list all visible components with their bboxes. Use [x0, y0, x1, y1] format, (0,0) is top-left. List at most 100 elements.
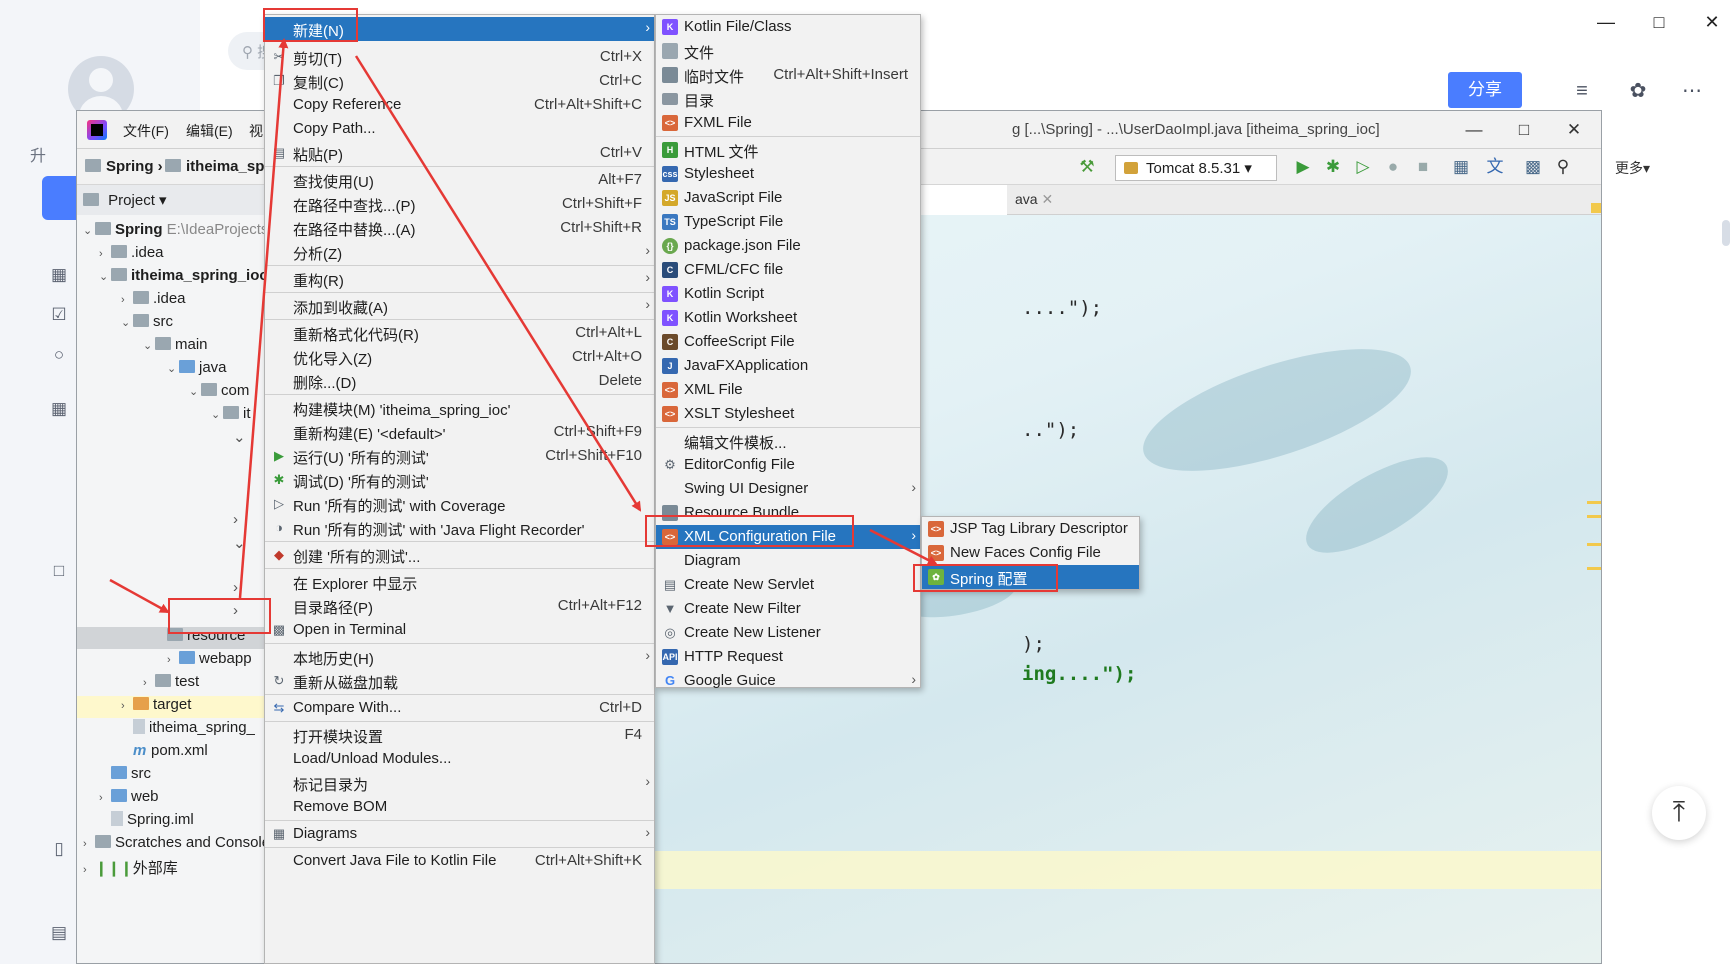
new-javafx-application[interactable]: J JavaFXApplication — [656, 354, 920, 378]
breadcrumb-spring[interactable]: Spring › — [85, 158, 163, 175]
new-cfml-file[interactable]: C CFML/CFC file — [656, 258, 920, 282]
new-servlet[interactable]: ▤ Create New Servlet — [656, 573, 920, 597]
tree-item[interactable]: ⌄ com — [189, 382, 249, 404]
tree-expander[interactable]: › — [233, 511, 238, 533]
edit-file-templates[interactable]: 编辑文件模板... — [656, 429, 920, 453]
new-file[interactable]: 文件 — [656, 39, 920, 63]
coverage-icon[interactable]: ▷ — [1353, 157, 1373, 177]
tree-item[interactable]: Spring.iml — [111, 811, 194, 833]
menu-item-cut[interactable]: ✂ 剪切(T) Ctrl+X — [265, 45, 654, 69]
build-hammer-icon[interactable]: ⚒ — [1077, 157, 1097, 177]
tree-item[interactable]: itheima_spring_ — [133, 719, 255, 741]
new-kotlin-worksheet[interactable]: K Kotlin Worksheet — [656, 306, 920, 330]
debug-icon[interactable]: ✱ — [1323, 157, 1343, 177]
menu-item-rebuild[interactable]: 重新构建(E) '<default>' Ctrl+Shift+F9 — [265, 420, 654, 444]
menu-item-replace-in-path[interactable]: 在路径中替换...(A) Ctrl+Shift+R — [265, 216, 654, 240]
tree-item[interactable]: ⌄ src — [121, 313, 173, 335]
translate-icon[interactable]: 文 — [1485, 157, 1505, 177]
breadcrumb-module[interactable]: itheima_spri — [165, 158, 274, 175]
terminal-icon[interactable]: ▩ — [1523, 157, 1543, 177]
grid-icon[interactable]: ▦ — [48, 398, 70, 420]
inspection-indicator[interactable] — [1591, 203, 1601, 213]
menu-item-directory-path[interactable]: 目录路径(P) Ctrl+Alt+F12 — [265, 594, 654, 618]
menu-item-copy-reference[interactable]: Copy Reference Ctrl+Alt+Shift+C — [265, 93, 654, 117]
menu-item-refactor[interactable]: 重构(R) › — [265, 267, 654, 291]
menu-item-paste[interactable]: ▤ 粘贴(P) Ctrl+V — [265, 141, 654, 165]
outline-icon[interactable]: ≡ — [1568, 78, 1596, 104]
menu-item-remove-bom[interactable]: Remove BOM — [265, 795, 654, 819]
menu-file[interactable]: 文件(F) — [123, 121, 169, 141]
run-icon[interactable]: ▶ — [1293, 157, 1313, 177]
more-icon[interactable]: ⋯ — [1678, 78, 1706, 104]
new-fxml-file[interactable]: <> FXML File — [656, 111, 920, 135]
new-directory[interactable]: 目录 — [656, 87, 920, 111]
menu-item-diagrams[interactable]: ▦ Diagrams › — [265, 822, 654, 846]
search-icon[interactable]: ⚲ — [1553, 157, 1573, 177]
bell-icon[interactable]: ○ — [48, 344, 70, 366]
new-typescript-file[interactable]: TS TypeScript File — [656, 210, 920, 234]
profile-icon[interactable]: ● — [1383, 157, 1403, 177]
tree-item[interactable]: › ❙❙❙外部库 — [83, 857, 178, 879]
menu-item-convert-to-kotlin[interactable]: Convert Java File to Kotlin File Ctrl+Alt… — [265, 849, 654, 873]
menu-item-find-usages[interactable]: 查找使用(U) Alt+F7 — [265, 168, 654, 192]
tree-item[interactable]: › target — [77, 696, 277, 718]
menu-item-find-in-path[interactable]: 在路径中查找...(P) Ctrl+Shift+F — [265, 192, 654, 216]
new-swing-ui-designer[interactable]: Swing UI Designer › — [656, 477, 920, 501]
outer-scrollbar[interactable] — [1722, 220, 1730, 246]
tree-item[interactable]: src — [111, 765, 151, 787]
menu-item-show-in-explorer[interactable]: 在 Explorer 中显示 — [265, 570, 654, 594]
new-filter[interactable]: ▼ Create New Filter — [656, 597, 920, 621]
panel-icon[interactable]: ▤ — [48, 922, 70, 944]
menu-item-run-tests[interactable]: ▶ 运行(U) '所有的测试' Ctrl+Shift+F10 — [265, 444, 654, 468]
new-diagram[interactable]: Diagram — [656, 549, 920, 573]
more-menu[interactable]: 更多▾ — [1615, 158, 1650, 178]
tree-expander[interactable]: ⌄ — [233, 534, 246, 556]
new-scratch-file[interactable]: 临时文件 Ctrl+Alt+Shift+Insert — [656, 63, 920, 87]
menu-item-open-terminal[interactable]: ▩ Open in Terminal — [265, 618, 654, 642]
menu-item-debug-tests[interactable]: ✱ 调试(D) '所有的测试' — [265, 468, 654, 492]
new-javascript-file[interactable]: JS JavaScript File — [656, 186, 920, 210]
menu-item-compare-with[interactable]: ⇆ Compare With... Ctrl+D — [265, 696, 654, 720]
menu-item-load-unload-modules[interactable]: Load/Unload Modules... — [265, 747, 654, 771]
menu-item-add-to-favorites[interactable]: 添加到收藏(A) › — [265, 294, 654, 318]
tab-close-icon[interactable]: ✕ — [1041, 191, 1053, 207]
share-button[interactable]: 分享 — [1448, 72, 1522, 108]
menu-item-reload-from-disk[interactable]: ↻ 重新从磁盘加载 — [265, 669, 654, 693]
menu-item-copy[interactable]: ❐ 复制(C) Ctrl+C — [265, 69, 654, 93]
maximize-icon[interactable]: □ — [1647, 10, 1671, 34]
stop-icon[interactable]: ■ — [1413, 157, 1433, 177]
new-jsp-tag-library[interactable]: <> JSP Tag Library Descriptor — [922, 517, 1139, 541]
tree-item[interactable]: ⌄ java — [167, 359, 227, 381]
menu-edit[interactable]: 编辑(E) — [186, 121, 233, 141]
close-icon[interactable]: ✕ — [1700, 10, 1724, 34]
tree-item[interactable]: › test — [143, 673, 199, 695]
menu-item-run-coverage[interactable]: ▷ Run '所有的测试' with Coverage — [265, 492, 654, 516]
calendar-icon[interactable]: ▦ — [48, 264, 70, 286]
new-editorconfig[interactable]: ⚙ EditorConfig File — [656, 453, 920, 477]
new-http-request[interactable]: API HTTP Request — [656, 645, 920, 669]
menu-item-build-module[interactable]: 构建模块(M) 'itheima_spring_ioc' — [265, 396, 654, 420]
menu-item-local-history[interactable]: 本地历史(H) › — [265, 645, 654, 669]
new-xml-file[interactable]: <> XML File — [656, 378, 920, 402]
menu-item-run-jfr[interactable]: ◑ Run '所有的测试' with 'Java Flight Recorder' — [265, 516, 654, 540]
ide-close-icon[interactable]: ✕ — [1561, 117, 1587, 143]
new-coffeescript-file[interactable]: C CoffeeScript File — [656, 330, 920, 354]
editor-tab[interactable]: ava ✕ — [1015, 191, 1053, 208]
menu-item-delete[interactable]: 删除...(D) Delete — [265, 369, 654, 393]
menu-item-module-settings[interactable]: 打开模块设置 F4 — [265, 723, 654, 747]
tree-item[interactable]: › .idea — [99, 244, 164, 266]
checkbox-icon[interactable]: ☑ — [48, 304, 70, 326]
new-kotlin-script[interactable]: K Kotlin Script — [656, 282, 920, 306]
tree-item[interactable]: ⌄ Spring E:\IdeaProjects — [83, 221, 268, 243]
tree-item[interactable]: ⌄ main — [143, 336, 208, 358]
new-html-file[interactable]: H HTML 文件 — [656, 138, 920, 162]
menu-item-create-tests[interactable]: ◆ 创建 '所有的测试'... — [265, 543, 654, 567]
run-config-select[interactable]: Tomcat 8.5.31 ▾ — [1115, 155, 1277, 181]
tree-item[interactable]: ⌄ itheima_spring_ioc — [99, 267, 268, 289]
tree-item[interactable]: › webapp — [167, 650, 252, 672]
menu-item-optimize-imports[interactable]: 优化导入(Z) Ctrl+Alt+O — [265, 345, 654, 369]
project-structure-icon[interactable]: ▦ — [1451, 157, 1471, 177]
mindmap-icon[interactable]: ✿ — [1624, 78, 1652, 104]
new-xslt-stylesheet[interactable]: <> XSLT Stylesheet — [656, 402, 920, 426]
trash-icon[interactable]: ▯ — [48, 838, 70, 860]
